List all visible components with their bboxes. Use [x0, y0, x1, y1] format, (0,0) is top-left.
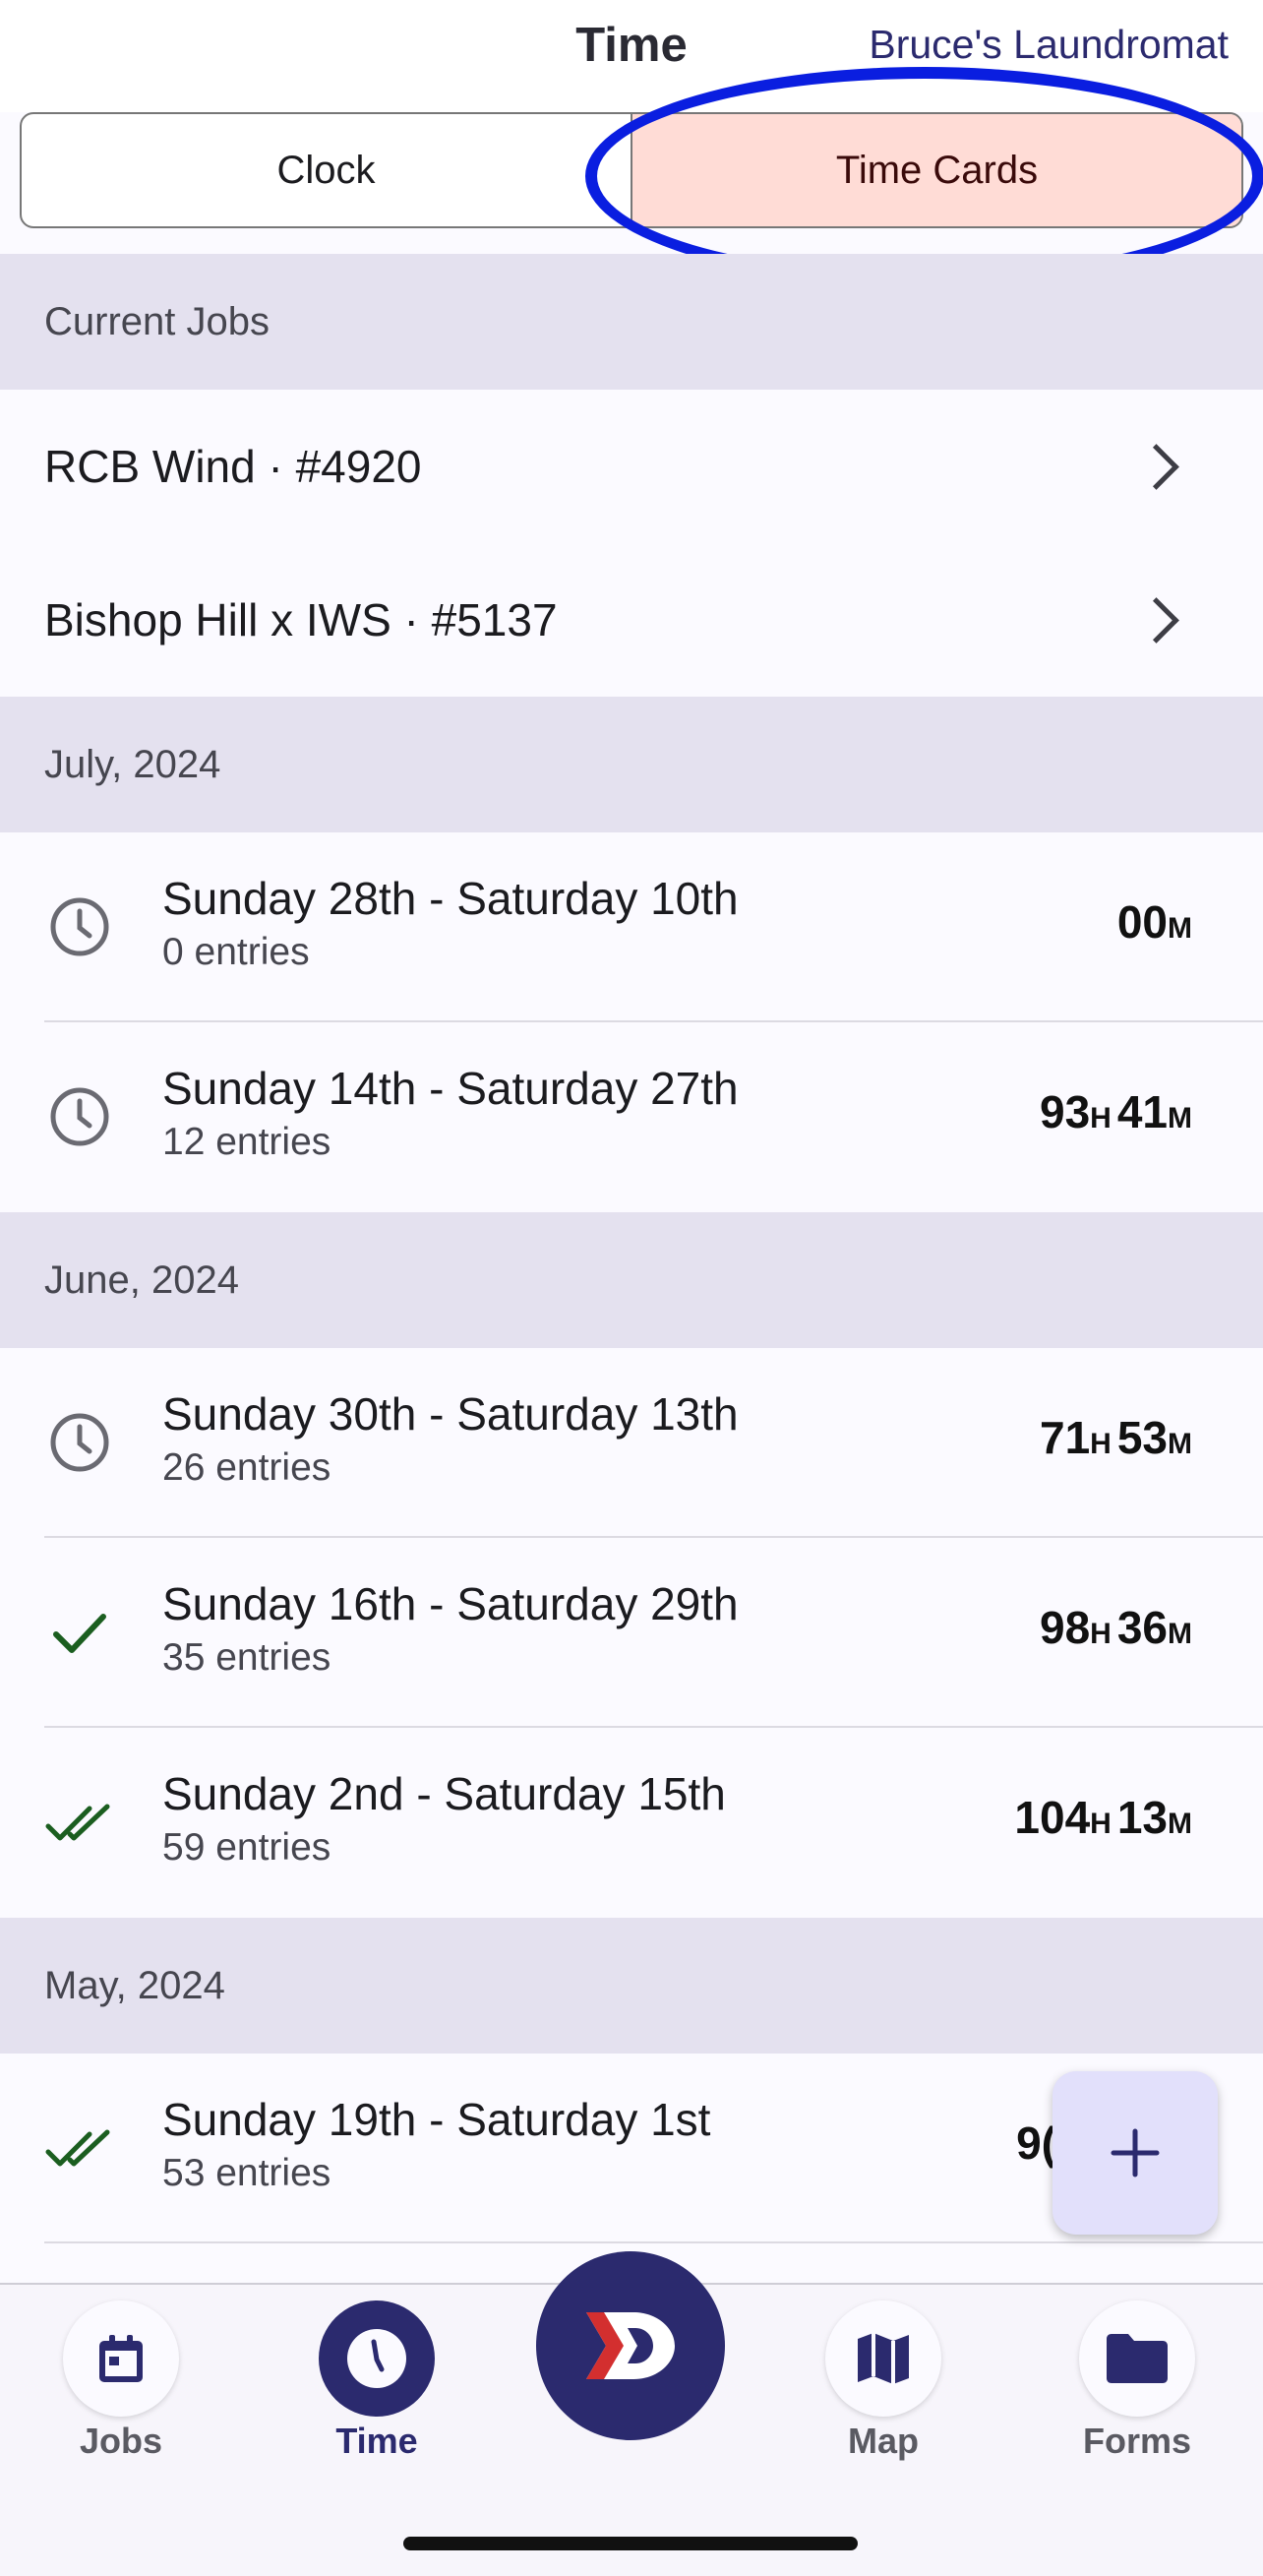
time-card-range: Sunday 16th - Saturday 29th: [162, 1578, 739, 1629]
total-hours: 71: [1039, 1412, 1091, 1463]
time-card-entries: 53 entries: [162, 2152, 331, 2194]
time-card-row[interactable]: Sunday 28th - Saturday 10th 0 entries 00…: [0, 832, 1263, 1022]
total-minutes: 36: [1116, 1602, 1168, 1653]
nav-label-time: Time: [335, 2421, 418, 2461]
check-icon: [53, 1614, 106, 1653]
nav-label-forms: Forms: [1082, 2421, 1192, 2461]
chevron-right-icon: [1133, 596, 1179, 644]
nav-item-map[interactable]: Map: [785, 2300, 982, 2462]
minutes-unit: M: [1168, 1102, 1192, 1135]
time-card-row[interactable]: Sunday 14th - Saturday 27th 12 entries 9…: [0, 1022, 1263, 1212]
total-hours: 98: [1039, 1602, 1091, 1653]
time-card-total: 104 H 13 M: [1014, 1791, 1192, 1844]
tab-clock[interactable]: Clock: [22, 114, 631, 226]
nav-item-jobs[interactable]: Jobs: [23, 2300, 219, 2462]
minutes-unit: M: [1168, 1808, 1192, 1840]
time-card-total: 98 H 36 M: [1040, 1601, 1192, 1654]
job-row[interactable]: RCB Wind · #4920: [0, 390, 1263, 543]
time-card-entries: 59 entries: [162, 1826, 331, 1869]
double-check-icon: [45, 1804, 110, 1841]
total-hours: 93: [1039, 1086, 1091, 1137]
time-card-entries: 12 entries: [162, 1121, 331, 1163]
section-header-month: July, 2024: [0, 697, 1263, 832]
nav-label-map: Map: [848, 2421, 919, 2461]
time-card-total: 71 H 53 M: [1040, 1411, 1192, 1464]
time-card-range: Sunday 2nd - Saturday 15th: [162, 1768, 726, 1819]
time-card-entries: 35 entries: [162, 1636, 331, 1679]
nav-item-forms[interactable]: Forms: [1039, 2300, 1235, 2462]
clock-icon: [50, 1087, 109, 1146]
nav-circle-map: [825, 2300, 941, 2417]
plus-icon: [1111, 2128, 1160, 2177]
total-hours: 9(: [1016, 2117, 1056, 2169]
time-card-row[interactable]: Sunday 2nd - Saturday 15th 59 entries 10…: [0, 1728, 1263, 1918]
time-card-total: 9(: [1016, 2116, 1056, 2170]
app-logo-icon: [586, 2312, 675, 2379]
folder-icon: [1107, 2334, 1168, 2383]
time-card-row[interactable]: Sunday 16th - Saturday 29th 35 entries 9…: [0, 1538, 1263, 1728]
minutes-unit: M: [1168, 1618, 1192, 1650]
nav-circle-time: [319, 2300, 435, 2417]
nav-item-time[interactable]: Time: [278, 2300, 475, 2462]
map-icon: [858, 2333, 909, 2384]
minutes-unit: M: [1168, 912, 1192, 945]
nav-circle-jobs: [63, 2300, 179, 2417]
tab-time-cards[interactable]: Time Cards: [631, 114, 1241, 226]
total-minutes: 13: [1116, 1792, 1168, 1843]
job-label: Bishop Hill x IWS · #5137: [44, 594, 558, 645]
section-header-month: June, 2024: [0, 1212, 1263, 1348]
job-label: RCB Wind · #4920: [44, 441, 422, 492]
minutes-unit: M: [1168, 1428, 1192, 1460]
time-card-range: Sunday 30th - Saturday 13th: [162, 1388, 739, 1440]
total-minutes: 41: [1116, 1086, 1168, 1137]
hours-unit: H: [1090, 1102, 1112, 1135]
total-hours: 104: [1014, 1792, 1091, 1843]
hours-unit: H: [1090, 1618, 1112, 1650]
clock-icon: [50, 897, 109, 956]
time-card-row[interactable]: Sunday 30th - Saturday 13th 26 entries 7…: [0, 1348, 1263, 1538]
nav-label-jobs: Jobs: [79, 2421, 163, 2461]
view-segmented-control: Clock Time Cards: [20, 112, 1243, 228]
section-header-current-jobs: Current Jobs: [0, 254, 1263, 390]
clock-icon: [50, 1413, 109, 1472]
row-divider: [44, 2241, 1263, 2243]
clock-icon: [347, 2329, 406, 2388]
job-row[interactable]: Bishop Hill x IWS · #5137: [0, 543, 1263, 697]
time-card-total: 93 H 41 M: [1040, 1085, 1192, 1138]
add-time-button[interactable]: [1052, 2071, 1218, 2235]
home-indicator: [403, 2537, 858, 2550]
double-check-icon: [45, 2129, 110, 2167]
time-card-entries: 0 entries: [162, 931, 310, 973]
time-card-range: Sunday 19th - Saturday 1st: [162, 2094, 711, 2145]
total-minutes: 00: [1116, 896, 1168, 948]
total-minutes: 53: [1116, 1412, 1168, 1463]
calendar-icon: [99, 2335, 143, 2382]
time-card-range: Sunday 14th - Saturday 27th: [162, 1063, 739, 1114]
chevron-right-icon: [1133, 443, 1179, 490]
time-card-entries: 26 entries: [162, 1446, 331, 1489]
time-card-range: Sunday 28th - Saturday 10th: [162, 873, 739, 924]
section-header-month: May, 2024: [0, 1918, 1263, 2054]
app-logo-button[interactable]: [536, 2251, 725, 2440]
nav-circle-forms: [1079, 2300, 1195, 2417]
org-name-link[interactable]: Bruce's Laundromat: [869, 22, 1229, 68]
hours-unit: H: [1090, 1428, 1112, 1460]
hours-unit: H: [1090, 1808, 1112, 1840]
time-card-total: 00 M: [1117, 895, 1192, 949]
top-header: Time Bruce's Laundromat: [0, 0, 1263, 112]
